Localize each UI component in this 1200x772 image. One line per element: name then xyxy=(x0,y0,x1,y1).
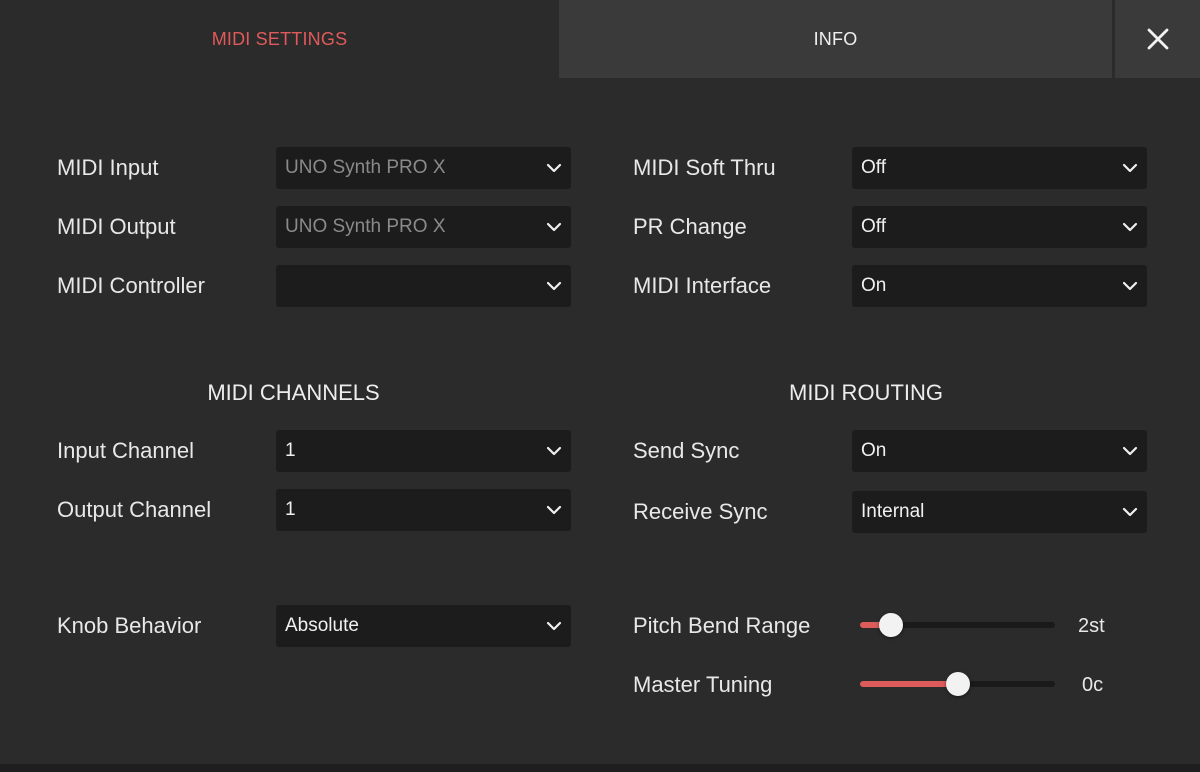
output-channel-select[interactable]: 1 xyxy=(276,489,571,531)
pr-change-value: Off xyxy=(861,216,886,237)
chevron-down-icon xyxy=(546,505,562,515)
master-tuning-fill xyxy=(860,681,958,687)
midi-controller-label: MIDI Controller xyxy=(57,273,205,298)
receive-sync-select[interactable]: Internal xyxy=(852,491,1147,533)
pitch-bend-range-value: 2st xyxy=(1078,615,1105,637)
midi-channels-title: MIDI CHANNELS xyxy=(207,380,380,405)
close-icon xyxy=(1147,28,1168,50)
output-channel-label: Output Channel xyxy=(57,497,212,522)
pitch-bend-range-label: Pitch Bend Range xyxy=(633,613,811,638)
midi-controller-select[interactable] xyxy=(276,265,571,307)
midi-soft-thru-label: MIDI Soft Thru xyxy=(633,155,776,180)
knob-behavior-value: Absolute xyxy=(285,615,359,636)
midi-interface-value: On xyxy=(861,275,887,296)
send-sync-select[interactable]: On xyxy=(852,430,1147,472)
pr-change-label: PR Change xyxy=(633,214,747,239)
knob-behavior-label: Knob Behavior xyxy=(57,613,202,638)
output-channel-value: 1 xyxy=(285,499,296,520)
midi-interface-select[interactable]: On xyxy=(852,265,1147,307)
midi-input-select[interactable]: UNO Synth PRO X xyxy=(276,147,571,189)
receive-sync-label: Receive Sync xyxy=(633,499,768,524)
midi-output-select[interactable]: UNO Synth PRO X xyxy=(276,206,571,248)
chevron-down-icon xyxy=(1122,507,1138,517)
pitch-bend-range-thumb[interactable] xyxy=(879,613,904,637)
master-tuning-slider[interactable] xyxy=(860,672,1055,696)
master-tuning-value: 0c xyxy=(1082,674,1104,696)
midi-output-label: MIDI Output xyxy=(57,214,176,239)
send-sync-value: On xyxy=(861,440,887,461)
input-channel-label: Input Channel xyxy=(57,438,194,463)
tab-midi-settings[interactable]: MIDI SETTINGS xyxy=(0,0,559,78)
pitch-bend-range-slider[interactable] xyxy=(860,613,1055,637)
chevron-down-icon xyxy=(546,621,562,631)
master-tuning-label: Master Tuning xyxy=(633,672,773,697)
master-tuning-thumb[interactable] xyxy=(945,672,970,696)
midi-input-label: MIDI Input xyxy=(57,155,159,180)
chevron-down-icon xyxy=(1122,281,1138,291)
input-channel-select[interactable]: 1 xyxy=(276,430,571,472)
chevron-down-icon xyxy=(546,222,562,232)
chevron-down-icon xyxy=(1122,222,1138,232)
input-channel-value: 1 xyxy=(285,440,296,461)
tab-info[interactable]: INFO xyxy=(559,0,1112,78)
chevron-down-icon xyxy=(546,446,562,456)
midi-interface-label: MIDI Interface xyxy=(633,273,772,298)
midi-soft-thru-select[interactable]: Off xyxy=(852,147,1147,189)
midi-input-value: UNO Synth PRO X xyxy=(285,157,446,178)
midi-output-value: UNO Synth PRO X xyxy=(285,216,446,237)
knob-behavior-select[interactable]: Absolute xyxy=(276,605,571,647)
pr-change-select[interactable]: Off xyxy=(852,206,1147,248)
tab-bar: MIDI SETTINGS INFO xyxy=(0,0,1200,78)
chevron-down-icon xyxy=(546,163,562,173)
chevron-down-icon xyxy=(1122,446,1138,456)
bottom-strip xyxy=(0,764,1200,772)
receive-sync-value: Internal xyxy=(861,501,925,522)
midi-soft-thru-value: Off xyxy=(861,157,886,178)
close-button[interactable] xyxy=(1115,0,1200,78)
chevron-down-icon xyxy=(1122,163,1138,173)
midi-routing-title: MIDI ROUTING xyxy=(789,380,943,405)
send-sync-label: Send Sync xyxy=(633,438,740,463)
chevron-down-icon xyxy=(546,281,562,291)
